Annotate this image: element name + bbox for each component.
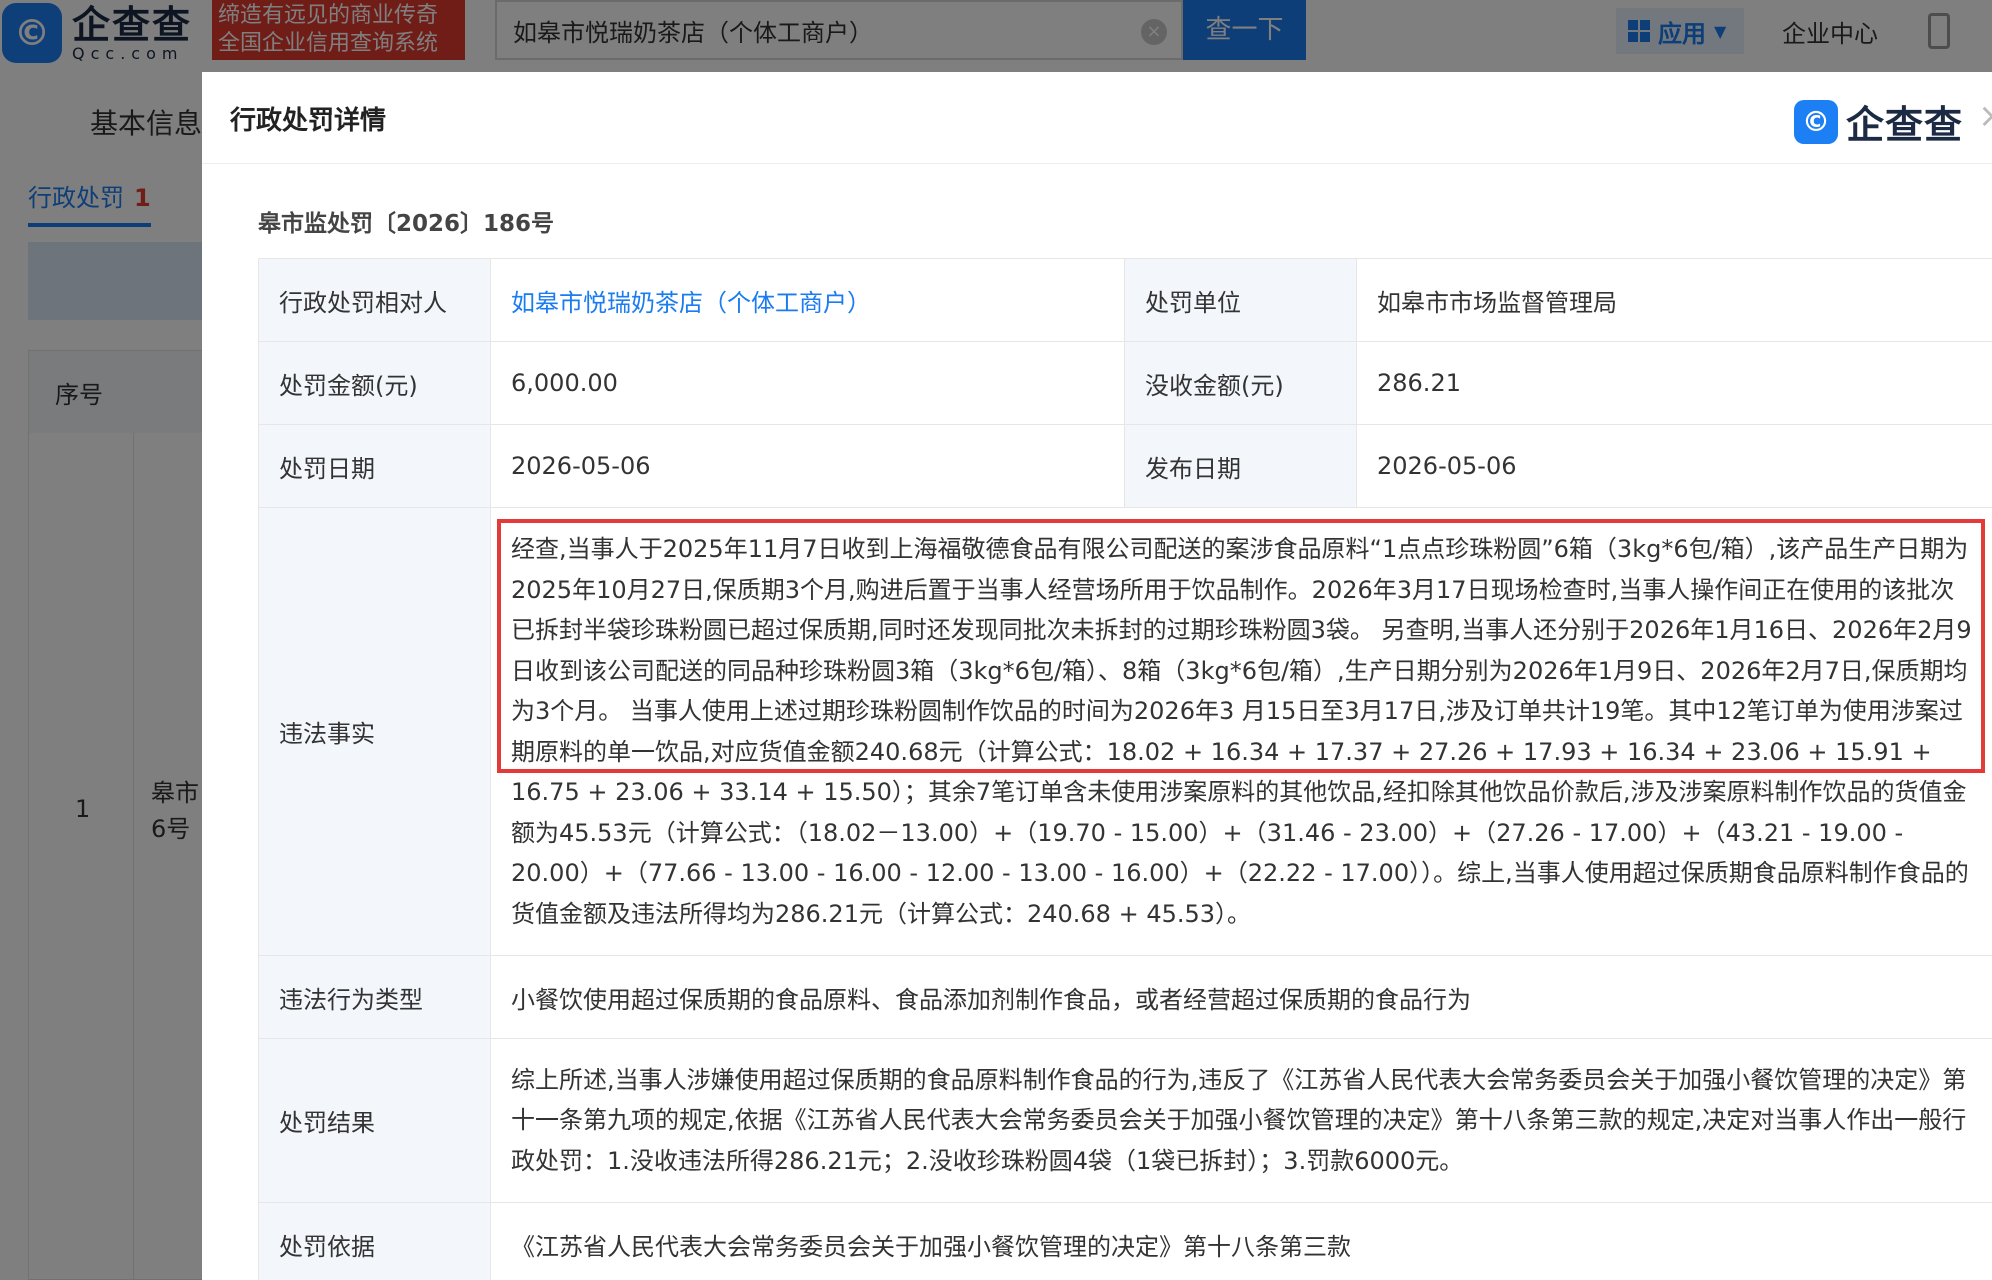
- modal-title: 行政处罚详情: [230, 106, 387, 136]
- confiscate-value: 286.21: [1356, 341, 1992, 425]
- party-label: 行政处罚相对人: [258, 258, 491, 342]
- table-row: 违法事实 经查,当事人于2025年11月7日收到上海福敬德食品有限公司配送的案涉…: [258, 507, 1992, 956]
- table-row: 处罚日期 2026-05-06 发布日期 2026-05-06: [258, 424, 1992, 508]
- facts-value: 经查,当事人于2025年11月7日收到上海福敬德食品有限公司配送的案涉食品原料“…: [490, 507, 1992, 956]
- unit-label: 处罚单位: [1124, 258, 1357, 342]
- type-label: 违法行为类型: [258, 955, 491, 1039]
- case-number: 皋市监处罚〔2026〕186号: [258, 211, 555, 237]
- facts-highlighted-text: 经查,当事人于2025年11月7日收到上海福敬德食品有限公司配送的案涉食品原料“…: [511, 535, 1972, 766]
- basis-label: 处罚依据: [258, 1202, 491, 1280]
- close-icon[interactable]: ×: [1978, 96, 1992, 136]
- amount-label: 处罚金额(元): [258, 341, 491, 425]
- modal-brand: © 企查查: [1794, 94, 1963, 149]
- facts-remaining-text: 3 + 16.34 + 23.06 + 15.91 + 16.75 + 23.0…: [511, 737, 1969, 928]
- publish-label: 发布日期: [1124, 424, 1357, 508]
- publish-value: 2026-05-06: [1356, 424, 1992, 508]
- penalty-detail-modal: 行政处罚详情 © 企查查 × 皋市监处罚〔2026〕186号 行政处罚相对人 如…: [202, 72, 1992, 1280]
- table-row: 处罚结果 综上所述,当事人涉嫌使用超过保质期的食品原料制作食品的行为,违反了《江…: [258, 1038, 1992, 1203]
- basis-value: 《江苏省人民代表大会常务委员会关于加强小餐饮管理的决定》第十八条第三款: [490, 1202, 1992, 1280]
- facts-highlight-wrap: 经查,当事人于2025年11月7日收到上海福敬德食品有限公司配送的案涉食品原料“…: [497, 519, 1985, 934]
- qcc-brand-icon: ©: [1794, 99, 1838, 144]
- facts-label: 违法事实: [258, 507, 491, 956]
- table-row: 处罚金额(元) 6,000.00 没收金额(元) 286.21: [258, 341, 1992, 425]
- modal-header: 行政处罚详情 © 企查查 ×: [202, 72, 1992, 164]
- penalty-detail-table: 行政处罚相对人 如皋市悦瑞奶茶店（个体工商户） 处罚单位 如皋市市场监督管理局 …: [258, 258, 1992, 1280]
- result-value: 综上所述,当事人涉嫌使用超过保质期的食品原料制作食品的行为,违反了《江苏省人民代…: [490, 1038, 1992, 1203]
- table-row: 处罚依据 《江苏省人民代表大会常务委员会关于加强小餐饮管理的决定》第十八条第三款: [258, 1202, 1992, 1280]
- unit-value: 如皋市市场监督管理局: [1356, 258, 1992, 342]
- party-link[interactable]: 如皋市悦瑞奶茶店（个体工商户）: [511, 289, 871, 317]
- date-value: 2026-05-06: [490, 424, 1125, 508]
- brand-text: 企查查: [1846, 103, 1964, 147]
- type-value: 小餐饮使用超过保质期的食品原料、食品添加剂制作食品，或者经营超过保质期的食品行为: [490, 955, 1992, 1039]
- party-cell: 如皋市悦瑞奶茶店（个体工商户）: [490, 258, 1125, 342]
- confiscate-label: 没收金额(元): [1124, 341, 1357, 425]
- table-row: 违法行为类型 小餐饮使用超过保质期的食品原料、食品添加剂制作食品，或者经营超过保…: [258, 955, 1992, 1039]
- amount-value: 6,000.00: [490, 341, 1125, 425]
- date-label: 处罚日期: [258, 424, 491, 508]
- table-row: 行政处罚相对人 如皋市悦瑞奶茶店（个体工商户） 处罚单位 如皋市市场监督管理局: [258, 258, 1992, 342]
- result-label: 处罚结果: [258, 1038, 491, 1203]
